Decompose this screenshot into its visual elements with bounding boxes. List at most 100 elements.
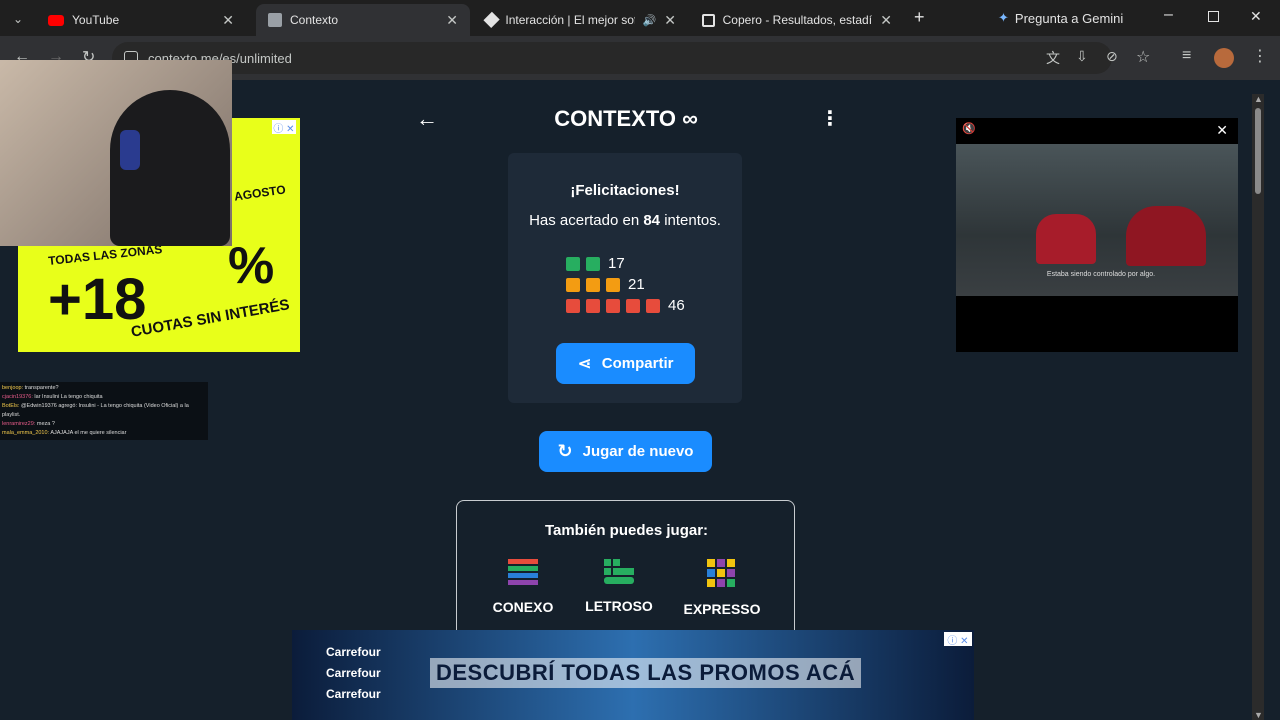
summary-prefix: Has acertado en xyxy=(529,212,644,229)
youtube-icon xyxy=(48,14,64,26)
ad-text-agosto: AGOSTO xyxy=(233,182,287,204)
close-video-icon[interactable]: ✕ xyxy=(1216,122,1228,139)
close-icon[interactable]: ✕ xyxy=(222,12,234,29)
ad-percent: % xyxy=(228,237,275,295)
mute-icon[interactable]: 🔇 xyxy=(962,122,976,135)
video-figure xyxy=(1036,214,1096,264)
profile-avatar[interactable] xyxy=(1214,48,1234,68)
stream-chat: benjoop: transparente? cjacin19376: lar I… xyxy=(0,382,208,440)
play-again-button[interactable]: ↻ Jugar de nuevo xyxy=(539,431,712,472)
install-icon[interactable]: ⇩ xyxy=(1076,48,1088,65)
summary-suffix: intentos. xyxy=(660,212,721,229)
tab-interaccion[interactable]: Interacción | El mejor softw 🔊 ✕ xyxy=(474,4,688,36)
chat-message: lenramirez29: meza ? xyxy=(2,420,206,429)
video-ad[interactable]: 🔇 ✕ Estaba siendo controlado por algo. xyxy=(956,118,1238,352)
bottom-ad[interactable]: ⓘ ✕ Carrefour Carrefour Carrefour DESCUB… xyxy=(292,630,974,720)
gemini-label: Pregunta a Gemini xyxy=(1014,10,1124,26)
scrollbar-track[interactable]: ▲ ▼ xyxy=(1252,94,1264,720)
menu-icon[interactable]: ⋮ xyxy=(1252,46,1268,66)
distribution-square xyxy=(606,277,620,292)
ad-info-icon[interactable]: ⓘ ✕ xyxy=(944,632,972,647)
distribution-count: 17 xyxy=(608,255,625,272)
video-frame: Estaba siendo controlado por algo. xyxy=(956,144,1238,296)
translate-icon[interactable]: 文 xyxy=(1046,48,1060,68)
page-title: CONTEXTO ∞ xyxy=(554,106,698,131)
distribution-square xyxy=(586,277,600,292)
options-menu-icon[interactable]: ⋮ xyxy=(820,106,840,131)
webcam-overlay xyxy=(0,60,232,246)
share-label: Compartir xyxy=(601,355,674,372)
video-figure xyxy=(1126,206,1206,266)
ad-info-icon[interactable]: ⓘ ✕ xyxy=(272,120,296,135)
tab-youtube[interactable]: YouTube ✕ xyxy=(36,4,246,36)
close-icon[interactable]: ✕ xyxy=(446,12,458,29)
chat-text: meza ? xyxy=(36,421,55,427)
other-games-panel: También puedes jugar: CONEXO LETROSO EXP… xyxy=(456,500,795,640)
share-icon: ⋖ xyxy=(577,353,592,373)
chat-text: @Edwin19376 agregó: Insulini - La tengo … xyxy=(2,403,189,418)
tab-copero[interactable]: Copero - Resultados, estadístic ✕ xyxy=(690,4,904,36)
headphones-icon xyxy=(120,130,140,170)
browser-tab-bar: ⌄ YouTube ✕ Contexto ✕ Interacción | El … xyxy=(0,0,1280,36)
scrollbar-thumb[interactable] xyxy=(1255,108,1261,194)
chat-username: cjacin19376: xyxy=(2,394,35,400)
minimize-icon[interactable]: – xyxy=(1164,6,1173,24)
gemini-icon: ✦ xyxy=(998,10,1009,25)
chat-message: benjoop: transparente? xyxy=(2,384,206,393)
chat-text: AJAJAJA el me quiere silenciar xyxy=(50,430,127,436)
back-arrow-icon[interactable]: ← xyxy=(416,106,438,132)
share-button[interactable]: ⋖ Compartir xyxy=(556,343,695,384)
close-icon[interactable]: ✕ xyxy=(664,12,676,29)
game-conexo[interactable]: CONEXO xyxy=(483,559,563,615)
game-letroso[interactable]: LETROSO xyxy=(579,559,659,614)
game-name: EXPRESSO xyxy=(683,601,761,617)
distribution-count: 46 xyxy=(668,297,685,314)
other-games-heading: También puedes jugar: xyxy=(544,522,709,539)
distribution-square xyxy=(586,298,600,313)
guess-distribution: 17 21 46 xyxy=(566,253,685,316)
letroso-logo-icon xyxy=(604,559,634,584)
ad-text-cuotas: CUOTAS SIN INTERÉS xyxy=(129,296,291,341)
chat-username: mala_emma_2010: xyxy=(2,430,51,436)
game-name: CONEXO xyxy=(492,599,554,615)
distribution-square xyxy=(586,256,600,271)
speaker-icon[interactable]: 🔊 xyxy=(643,14,657,27)
chat-username: benjoop: xyxy=(2,385,25,391)
close-icon[interactable]: ✕ xyxy=(880,12,892,29)
bottom-ad-headline: DESCUBRÍ TODAS LAS PROMOS ACÁ xyxy=(430,658,862,688)
tab-contexto[interactable]: Contexto ✕ xyxy=(256,4,470,36)
distribution-square xyxy=(566,256,580,271)
bookmark-star-icon[interactable]: ☆ xyxy=(1136,47,1150,67)
url-field[interactable]: contexto.me/es/unlimited xyxy=(112,42,1112,74)
eye-slash-icon[interactable]: ⊘ xyxy=(1106,48,1118,65)
restore-icon[interactable] xyxy=(1208,11,1219,22)
tab-title: YouTube xyxy=(72,13,120,27)
contexto-favicon-icon xyxy=(268,13,282,27)
chat-username: BotEls: xyxy=(2,403,21,409)
tab-search-icon[interactable]: ⌄ xyxy=(8,10,28,28)
new-tab-icon[interactable]: + xyxy=(914,7,925,28)
distribution-row: 21 xyxy=(566,274,685,295)
game-expresso[interactable]: EXPRESSO xyxy=(677,559,767,617)
carrefour-brand: Carrefour xyxy=(326,687,381,701)
distribution-square xyxy=(606,298,620,313)
gemini-button[interactable]: ✦ Pregunta a Gemini xyxy=(998,6,1123,30)
video-subtitle: Estaba siendo controlado por algo. xyxy=(1046,271,1156,278)
chat-text: transparente? xyxy=(24,385,59,391)
close-window-icon[interactable]: ✕ xyxy=(1250,8,1262,25)
page-content: ← CONTEXTO ∞ ⋮ ¡Felicitaciones! Has acer… xyxy=(0,60,1280,720)
carrefour-logos: Carrefour Carrefour Carrefour xyxy=(326,642,381,705)
scroll-down-icon[interactable]: ▼ xyxy=(1254,710,1263,720)
tab-title: Copero - Resultados, estadístic xyxy=(722,13,873,27)
conexo-logo-icon xyxy=(508,559,538,585)
distribution-square xyxy=(626,298,640,313)
scroll-up-icon[interactable]: ▲ xyxy=(1254,94,1263,104)
chat-username: lenramirez29: xyxy=(2,421,37,427)
result-card: ¡Felicitaciones! Has acertado en 84 inte… xyxy=(508,153,742,403)
chat-message: BotEls: @Edwin19376 agregó: Insulini - L… xyxy=(2,402,206,420)
distribution-square xyxy=(646,298,660,313)
tab-app-icon xyxy=(483,11,500,29)
game-name: LETROSO xyxy=(585,598,653,614)
reading-list-icon[interactable]: ≡ xyxy=(1182,47,1191,65)
chat-message: cjacin19376: lar Insulini La tengo chiqu… xyxy=(2,393,206,402)
